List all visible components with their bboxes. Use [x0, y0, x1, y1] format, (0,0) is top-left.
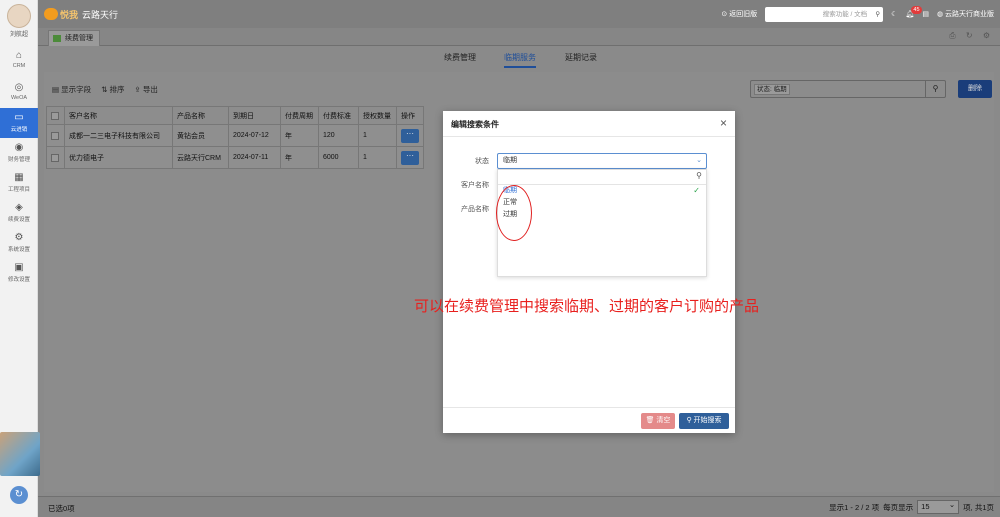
app-logo-icon[interactable]: ↻ — [10, 486, 28, 504]
column-header[interactable]: 付费标准 — [318, 106, 359, 125]
annotation-text: 可以在续费管理中搜索临期、过期的客户订购的产品 — [414, 298, 760, 315]
status-bar: 已选0项 显示1 - 2 / 2 项 每页显示 15 项, 共1页 — [38, 496, 1000, 517]
dialog-title: 编辑搜索条件 — [451, 120, 499, 129]
export-button[interactable]: ⇪ 导出 — [135, 84, 158, 95]
option-expiring[interactable]: 临期 ✓ — [498, 185, 706, 197]
row-actions-button[interactable]: ··· — [401, 128, 419, 143]
sidebar-item-settings[interactable]: ▣ 修改设置 — [0, 258, 38, 288]
back-to-old-link[interactable]: ⊙ 返回旧版 — [721, 9, 757, 19]
column-header[interactable]: 授权数量 — [358, 106, 397, 125]
top-bar: 悦我 云路天行 ⊙ 返回旧版 搜索功能 / 文档 ⚲ ☾ 🔔︎ 45 ▤ ◍ 云路… — [38, 0, 1000, 28]
grid-icon: ▦ — [14, 172, 24, 183]
column-header[interactable]: 客户名称 — [64, 106, 173, 125]
floating-assistant-image[interactable] — [0, 432, 40, 476]
row-checkbox[interactable] — [51, 153, 59, 162]
renewal-table: 客户名称 产品名称 到期日 付费周期 付费标准 授权数量 操作 成都一二三电子科… — [46, 106, 424, 169]
brand[interactable]: 悦我 云路天行 — [44, 7, 118, 21]
sidebar-item-sales[interactable]: ▭ 云进销 — [0, 108, 38, 138]
column-header[interactable]: 产品名称 — [172, 106, 229, 125]
check-icon: ✓ — [693, 186, 700, 195]
finance-icon: ◉ — [14, 142, 24, 153]
sidebar-item-projects[interactable]: ▦ 工程项目 — [0, 168, 38, 198]
row-checkbox[interactable] — [51, 131, 59, 140]
sub-navigation: 续费管理 临期服务 延期记录 — [38, 46, 1000, 68]
close-icon[interactable]: × — [720, 116, 727, 130]
annotation-circle — [496, 185, 532, 241]
chevron-down-icon: ⌄ — [696, 157, 702, 164]
clear-button[interactable]: 🗑︎ 清空 — [641, 413, 675, 429]
search-icon: ⚲ — [875, 10, 881, 18]
sidebar-item-renewal[interactable]: ◈ 续费设置 — [0, 198, 38, 228]
selected-count: 已选0项 — [48, 504, 75, 513]
sort-button[interactable]: ⇅ 排序 — [101, 84, 124, 95]
delete-button[interactable]: 删除 — [958, 80, 992, 98]
tab-icon — [53, 35, 61, 42]
tab-extension-records[interactable]: 延期记录 — [565, 52, 597, 63]
company-menu[interactable]: ◍ 云路天行商业版 — [937, 9, 994, 19]
status-field-row: 状态 临期 ⌄ — [443, 153, 735, 169]
weoa-icon: ◎ — [14, 82, 24, 93]
show-fields-button[interactable]: ▤ 显示字段 — [52, 84, 91, 95]
id-icon: ▣ — [14, 262, 24, 273]
column-header: 操作 — [396, 106, 424, 125]
crm-icon: ⌂ — [15, 50, 23, 61]
field-label: 客户名称 — [461, 182, 489, 189]
per-page-select[interactable]: 15 — [917, 499, 960, 514]
start-search-button[interactable]: ⚲ 开始搜索 — [679, 413, 729, 429]
sidebar-item-weoa[interactable]: ◎ WeOA — [0, 78, 38, 108]
notification-bell-icon[interactable]: 🔔︎ 45 — [905, 6, 922, 18]
edit-search-dialog: 编辑搜索条件 × 状态 临期 ⌄ 客户名称 产品名称 ⚲ 临期 ✓ 正常 过期 … — [443, 111, 735, 433]
sidebar-item-finance[interactable]: ◉ 财务管理 — [0, 138, 38, 168]
user-avatar[interactable] — [7, 4, 31, 28]
column-header[interactable]: 付费周期 — [280, 106, 319, 125]
truck-icon: ▭ — [14, 112, 24, 123]
page-total: 项, 共1页 — [963, 502, 994, 512]
table-row[interactable]: 优力德电子 云路天行CRM 2024-07-11 年 6000 1 ··· — [46, 146, 424, 169]
column-header[interactable]: 到期日 — [228, 106, 281, 125]
tab-tools[interactable]: ⎙ ↻ ⚙ — [949, 31, 994, 41]
status-select[interactable]: 临期 ⌄ — [497, 153, 707, 169]
box-icon: ◈ — [15, 202, 23, 213]
page-range: 显示1 - 2 / 2 项 — [829, 502, 880, 512]
search-icon[interactable]: ⚲ — [925, 81, 945, 97]
sidebar-item-crm[interactable]: ⌂ CRM — [0, 46, 38, 76]
global-search-input[interactable]: 搜索功能 / 文档 ⚲ — [765, 6, 884, 22]
tab-strip: 续费管理 ⎙ ↻ ⚙ — [38, 28, 1000, 46]
tab-renewal[interactable]: 续费管理 — [444, 52, 476, 63]
select-all-checkbox[interactable] — [51, 111, 59, 120]
user-name: 刘航超 — [9, 32, 28, 38]
filter-tag[interactable]: 状态: 临期 — [754, 84, 790, 95]
field-label: 产品名称 — [461, 206, 489, 213]
tab-renewal-management[interactable]: 续费管理 — [48, 30, 100, 46]
tab-expiring[interactable]: 临期服务 — [504, 52, 536, 68]
sidebar-item-system[interactable]: ⚙ 系统设置 — [0, 228, 38, 258]
field-label: 状态 — [475, 158, 489, 165]
table-row[interactable]: 成都一二三电子科技有限公司 黄钻会员 2024-07-12 年 120 1 ··… — [46, 124, 424, 147]
brand-logo-icon — [44, 8, 58, 20]
filter-search-box[interactable]: 状态: 临期 ⚲ — [750, 80, 946, 98]
left-sidebar: 刘航超 ⌂ CRM ◎ WeOA ▭ 云进销 ◉ 财务管理 ▦ 工程项目 ◈ 续… — [0, 0, 40, 517]
search-icon: ⚲ — [696, 171, 702, 180]
document-icon[interactable]: ▤ — [922, 10, 929, 18]
dropdown-search-input[interactable]: ⚲ — [498, 170, 706, 185]
per-page-label: 每页显示 — [883, 502, 914, 512]
gear-icon: ⚙ — [14, 232, 24, 243]
notification-badge: 45 — [911, 6, 922, 14]
dark-mode-icon[interactable]: ☾ — [891, 10, 897, 18]
row-actions-button[interactable]: ··· — [401, 150, 419, 165]
